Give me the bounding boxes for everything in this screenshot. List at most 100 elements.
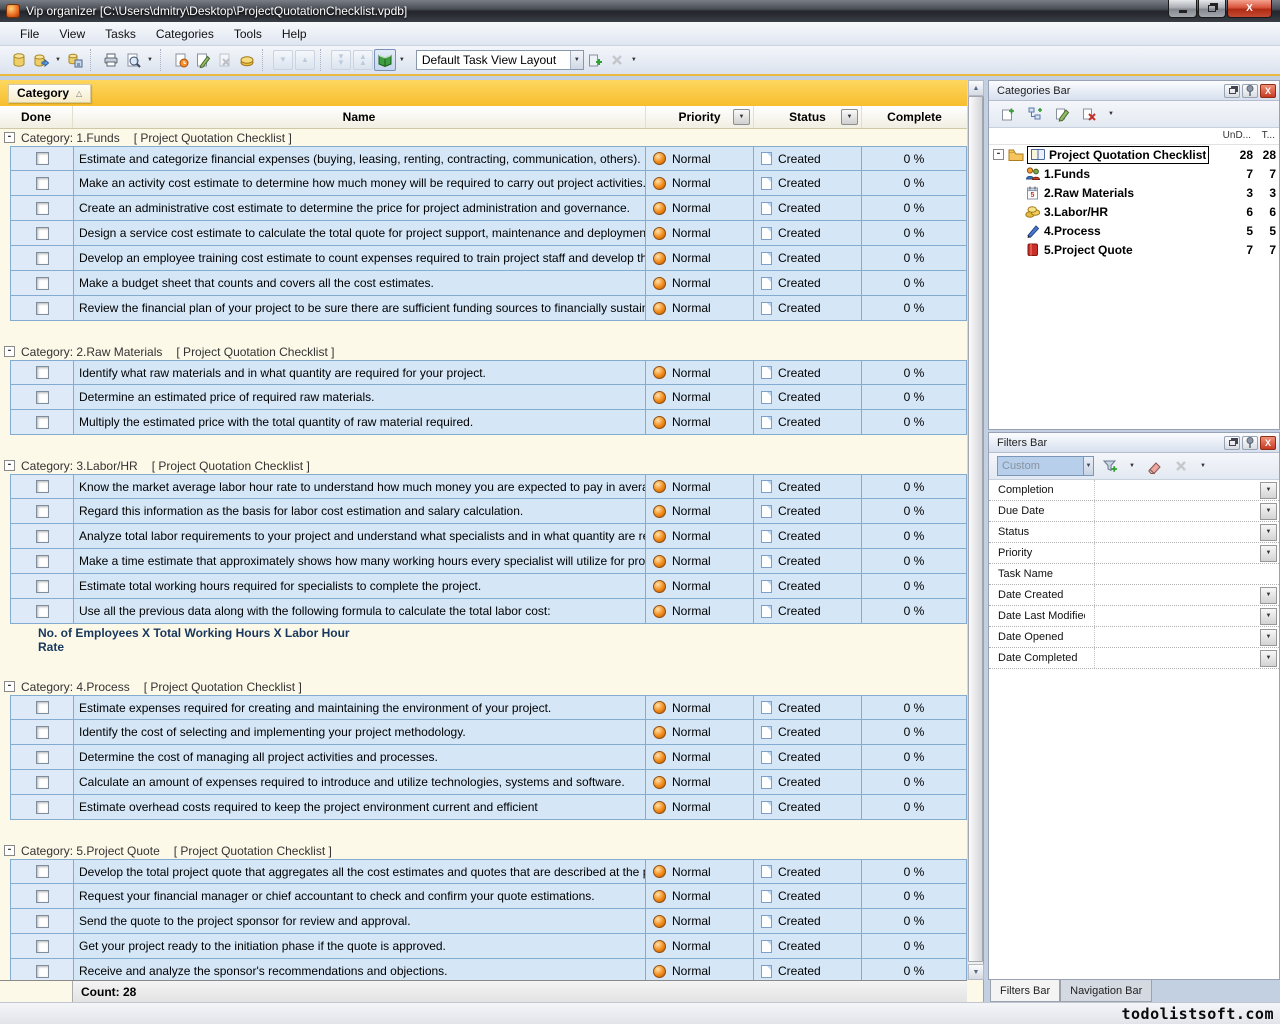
task-name-cell[interactable]: Create an administrative cost estimate t… xyxy=(73,196,645,220)
task-done-checkbox[interactable] xyxy=(36,302,49,315)
filter-value-date-completed[interactable] xyxy=(1085,648,1260,668)
task-name-cell[interactable]: Make a time estimate that approximately … xyxy=(73,549,645,573)
task-priority-cell[interactable]: Normal xyxy=(645,246,753,270)
task-priority-cell[interactable]: Normal xyxy=(645,696,753,719)
task-done-checkbox[interactable] xyxy=(36,177,49,190)
task-name-cell[interactable]: Make an activity cost estimate to determ… xyxy=(73,171,645,195)
task-priority-cell[interactable]: Normal xyxy=(645,770,753,794)
task-row[interactable]: Develop the total project quote that agg… xyxy=(10,859,967,884)
filter-preset-combobox[interactable]: Custom ▼ xyxy=(997,456,1094,476)
task-complete-cell[interactable]: 0 % xyxy=(861,171,967,195)
task-done-checkbox[interactable] xyxy=(36,915,49,928)
scroll-up-icon[interactable]: ▲ xyxy=(968,80,984,96)
task-name-cell[interactable]: Receive and analyze the sponsor's recomm… xyxy=(73,959,645,980)
task-row[interactable]: Estimate expenses required for creating … xyxy=(10,695,967,720)
task-priority-cell[interactable]: Normal xyxy=(645,296,753,320)
task-complete-cell[interactable]: 0 % xyxy=(861,147,967,170)
menu-categories[interactable]: Categories xyxy=(146,23,224,45)
task-done-checkbox[interactable] xyxy=(36,366,49,379)
task-complete-cell[interactable]: 0 % xyxy=(861,196,967,220)
task-complete-cell[interactable]: 0 % xyxy=(861,361,967,384)
filter-dropdown-icon[interactable]: ▼ xyxy=(1260,587,1277,604)
task-done-checkbox[interactable] xyxy=(36,751,49,764)
task-priority-cell[interactable]: Normal xyxy=(645,909,753,933)
apply-filter-icon[interactable] xyxy=(1099,455,1121,477)
task-row[interactable]: Make a budget sheet that counts and cove… xyxy=(10,271,967,296)
menu-help[interactable]: Help xyxy=(272,23,317,45)
task-complete-cell[interactable]: 0 % xyxy=(861,934,967,958)
minimize-button[interactable] xyxy=(1168,0,1197,18)
task-done-checkbox[interactable] xyxy=(36,252,49,265)
categories-bar-restore-button[interactable] xyxy=(1224,84,1240,98)
task-done-checkbox[interactable] xyxy=(36,726,49,739)
collapse-group-icon[interactable]: - xyxy=(4,346,15,357)
task-done-checkbox[interactable] xyxy=(36,202,49,215)
task-done-checkbox[interactable] xyxy=(36,801,49,814)
task-status-cell[interactable]: Created xyxy=(753,909,861,933)
task-priority-cell[interactable]: Normal xyxy=(645,361,753,384)
edit-category-icon[interactable] xyxy=(1051,103,1073,125)
column-header-priority[interactable]: Priority▼ xyxy=(646,106,754,128)
task-status-cell[interactable]: Created xyxy=(753,147,861,170)
task-done-checkbox[interactable] xyxy=(36,277,49,290)
task-row[interactable]: Send the quote to the project sponsor fo… xyxy=(10,909,967,934)
task-complete-cell[interactable]: 0 % xyxy=(861,246,967,270)
task-done-checkbox[interactable] xyxy=(36,865,49,878)
manage-layout-icon[interactable] xyxy=(584,49,606,71)
task-priority-cell[interactable]: Normal xyxy=(645,860,753,883)
move-up-icon[interactable]: ▲ xyxy=(295,50,315,70)
filter-value-priority[interactable] xyxy=(1085,543,1260,563)
filters-bar-restore-button[interactable] xyxy=(1224,436,1240,450)
task-status-cell[interactable]: Created xyxy=(753,884,861,908)
group-by-category-button[interactable]: Category △ xyxy=(8,84,91,103)
print-preview-dropdown-icon[interactable]: ▼ xyxy=(144,57,156,63)
task-complete-cell[interactable]: 0 % xyxy=(861,770,967,794)
task-row[interactable]: Develop an employee training cost estima… xyxy=(10,246,967,271)
task-complete-cell[interactable]: 0 % xyxy=(861,909,967,933)
task-row[interactable]: Request your financial manager or chief … xyxy=(10,884,967,909)
task-done-checkbox[interactable] xyxy=(36,505,49,518)
filter-dropdown-icon[interactable]: ▼ xyxy=(1260,629,1277,646)
task-status-cell[interactable]: Created xyxy=(753,745,861,769)
task-status-cell[interactable]: Created xyxy=(753,475,861,498)
task-complete-cell[interactable]: 0 % xyxy=(861,720,967,744)
apply-filter-dropdown-icon[interactable]: ▼ xyxy=(1126,463,1138,469)
filters-bar-pin-button[interactable] xyxy=(1242,436,1258,450)
delete-layout-icon[interactable] xyxy=(606,49,628,71)
category-tree-item[interactable]: -Project Quotation Checklist2828 xyxy=(989,145,1279,164)
task-priority-cell[interactable]: Normal xyxy=(645,884,753,908)
task-priority-cell[interactable]: Normal xyxy=(645,720,753,744)
close-button[interactable]: X xyxy=(1227,0,1272,18)
task-row[interactable]: Estimate total working hours required fo… xyxy=(10,574,967,599)
task-status-cell[interactable]: Created xyxy=(753,385,861,409)
task-priority-cell[interactable]: Normal xyxy=(645,196,753,220)
task-name-cell[interactable]: Identify what raw materials and in what … xyxy=(73,361,645,384)
task-done-checkbox[interactable] xyxy=(36,391,49,404)
filters-bar-close-button[interactable]: X xyxy=(1260,436,1276,450)
task-done-checkbox[interactable] xyxy=(36,965,49,978)
task-row[interactable]: Review the financial plan of your projec… xyxy=(10,296,967,321)
task-complete-cell[interactable]: 0 % xyxy=(861,499,967,523)
scroll-down-icon[interactable]: ▼ xyxy=(968,964,984,980)
delete-filter-icon[interactable] xyxy=(1170,455,1192,477)
task-name-cell[interactable]: Determine an estimated price of required… xyxy=(73,385,645,409)
collapse-group-icon[interactable]: - xyxy=(4,460,15,471)
task-done-checkbox[interactable] xyxy=(36,530,49,543)
menu-view[interactable]: View xyxy=(49,23,95,45)
task-priority-cell[interactable]: Normal xyxy=(645,549,753,573)
new-subcategory-icon[interactable] xyxy=(1024,103,1046,125)
task-name-cell[interactable]: Review the financial plan of your projec… xyxy=(73,296,645,320)
filter-value-due-date[interactable] xyxy=(1085,501,1260,521)
task-done-checkbox[interactable] xyxy=(36,416,49,429)
task-status-cell[interactable]: Created xyxy=(753,171,861,195)
new-category-icon[interactable] xyxy=(997,103,1019,125)
task-complete-cell[interactable]: 0 % xyxy=(861,884,967,908)
task-row[interactable]: Regard this information as the basis for… xyxy=(10,499,967,524)
task-status-cell[interactable]: Created xyxy=(753,720,861,744)
task-name-cell[interactable]: Estimate total working hours required fo… xyxy=(73,574,645,598)
categories-bar-close-button[interactable]: X xyxy=(1260,84,1276,98)
filter-dropdown-icon[interactable]: ▼ xyxy=(1260,482,1277,499)
save-database-icon[interactable] xyxy=(64,49,86,71)
task-name-cell[interactable]: Develop the total project quote that agg… xyxy=(73,860,645,883)
task-priority-cell[interactable]: Normal xyxy=(645,524,753,548)
